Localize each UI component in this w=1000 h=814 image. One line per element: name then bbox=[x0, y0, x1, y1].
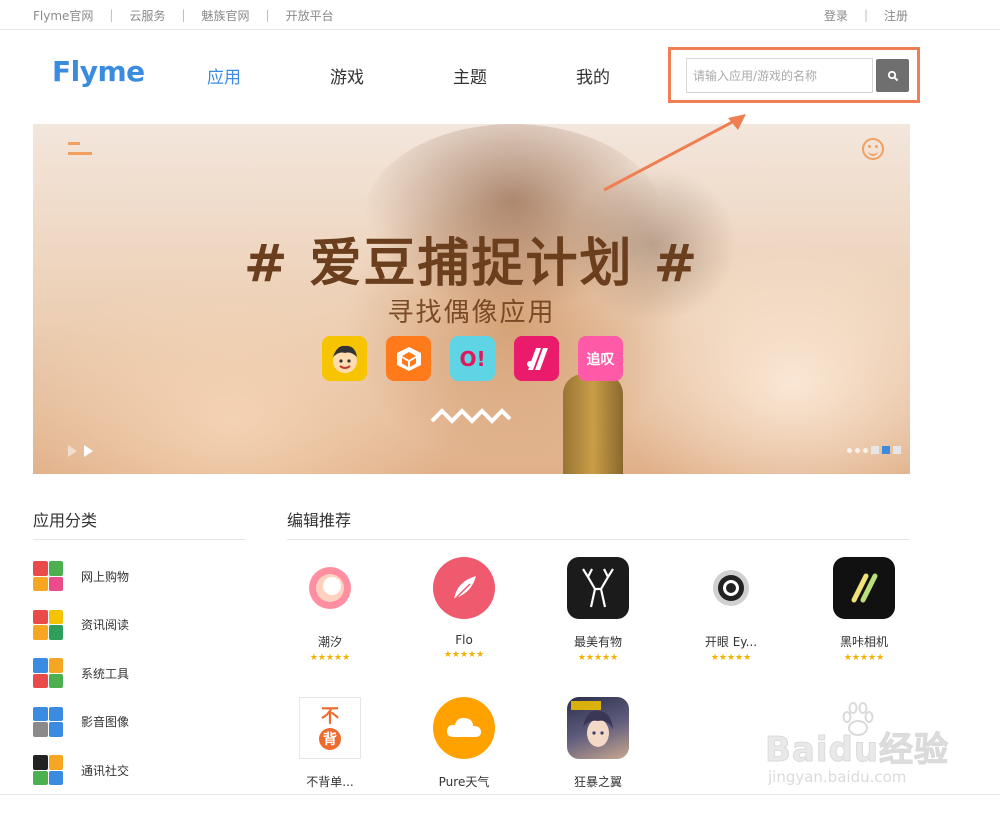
banner-photo-bottle bbox=[563, 374, 623, 474]
category-list: 网上购物 资讯阅读 系统工具 影音图像 通讯社交 bbox=[33, 552, 245, 795]
separator: | bbox=[181, 8, 186, 22]
zhuiai-app-icon[interactable]: 追叹 bbox=[578, 336, 623, 381]
app-card[interactable]: 狂暴之翼 bbox=[548, 697, 648, 790]
app-card[interactable]: 黑咔相机 ★★★★★ bbox=[814, 557, 914, 664]
social-category-icon bbox=[33, 755, 63, 786]
flyme-logo[interactable]: Flyme bbox=[52, 55, 145, 88]
watermark-brand: Baidu经验 bbox=[764, 730, 950, 771]
separator: | bbox=[109, 8, 114, 22]
link-cloud-service[interactable]: 云服务 bbox=[129, 7, 165, 24]
category-shopping[interactable]: 网上购物 bbox=[33, 552, 245, 601]
category-label: 网上购物 bbox=[81, 569, 130, 584]
category-label: 系统工具 bbox=[81, 666, 130, 681]
app-name: 黑咔相机 bbox=[839, 635, 888, 649]
search-input[interactable] bbox=[686, 58, 873, 93]
deer-icon bbox=[567, 557, 629, 619]
carousel-dot[interactable] bbox=[847, 447, 852, 453]
flo-feather-icon bbox=[433, 557, 495, 619]
register-link[interactable]: 注册 bbox=[884, 7, 908, 24]
category-label: 通讯社交 bbox=[81, 763, 130, 778]
carousel-dot-active[interactable] bbox=[882, 446, 890, 454]
app-name: 不背单... bbox=[306, 775, 354, 789]
baidu-jingyan-watermark: Baidu经验 jingyan.baidu.com bbox=[760, 700, 960, 790]
app-card[interactable]: 最美有物 ★★★★★ bbox=[548, 557, 648, 664]
cube-app-icon[interactable] bbox=[386, 336, 431, 381]
app-name: 潮汐 bbox=[317, 635, 342, 649]
link-open-platform[interactable]: 开放平台 bbox=[286, 7, 334, 24]
eye-icon bbox=[700, 557, 762, 619]
nav-apps[interactable]: 应用 bbox=[207, 63, 241, 88]
app-card[interactable]: 开眼 Ey... ★★★★★ bbox=[681, 557, 781, 664]
carousel-dot[interactable] bbox=[855, 447, 860, 453]
avatar-app-icon[interactable] bbox=[322, 336, 367, 381]
carousel-dot[interactable] bbox=[893, 446, 901, 454]
top-utility-bar: Flyme官网 | 云服务 | 魅族官网 | 开放平台 登录 | 注册 bbox=[0, 0, 1000, 30]
site-header: Flyme 应用 游戏 主题 我的 bbox=[0, 30, 1000, 122]
app-name: Flo bbox=[455, 633, 473, 647]
app-rating: ★★★★★ bbox=[710, 653, 752, 663]
cloud-icon bbox=[433, 697, 495, 759]
app-card[interactable]: Flo ★★★★★ bbox=[414, 557, 514, 661]
chaoxi-icon bbox=[299, 557, 361, 619]
top-links: Flyme官网 | 云服务 | 魅族官网 | 开放平台 bbox=[33, 0, 334, 30]
app-rating: ★★★★★ bbox=[843, 653, 885, 663]
category-media[interactable]: 影音图像 bbox=[33, 698, 245, 747]
footer-divider bbox=[0, 794, 1000, 795]
banner-app-icons: O! 追叹 bbox=[322, 336, 623, 381]
app-rating: ★★★★★ bbox=[443, 650, 485, 660]
picks-title: 编辑推荐 bbox=[287, 510, 909, 540]
category-label: 影音图像 bbox=[81, 715, 130, 730]
nav-mine[interactable]: 我的 bbox=[576, 63, 610, 88]
app-name: 开眼 Ey... bbox=[704, 635, 758, 649]
banner-subtitle: 寻找偶像应用 bbox=[387, 298, 556, 328]
categories-title: 应用分类 bbox=[33, 510, 245, 540]
app-card[interactable]: 潮汐 ★★★★★ bbox=[280, 557, 380, 664]
carousel-dot[interactable] bbox=[871, 446, 879, 454]
search-button[interactable] bbox=[876, 59, 909, 92]
zigzag-decoration bbox=[430, 408, 512, 424]
bubei-glyph-top: 不 bbox=[321, 706, 339, 727]
separator: | bbox=[863, 8, 868, 22]
carousel-indicators bbox=[847, 446, 901, 454]
news-category-icon bbox=[33, 609, 63, 640]
app-name: Pure天气 bbox=[438, 775, 490, 789]
app-categories: 应用分类 网上购物 资讯阅读 系统工具 影音图像 通讯社交 bbox=[33, 510, 245, 795]
app-card[interactable]: Pure天气 bbox=[414, 697, 514, 790]
nav-games[interactable]: 游戏 bbox=[330, 63, 364, 88]
hika-camera-icon bbox=[833, 557, 895, 619]
watermark-url: jingyan.baidu.com bbox=[768, 768, 907, 786]
banner-title: # 爱豆捕捉计划 # bbox=[243, 234, 700, 294]
link-meizu-official[interactable]: 魅族官网 bbox=[202, 7, 250, 24]
tools-category-icon bbox=[33, 658, 63, 689]
app-name: 狂暴之翼 bbox=[573, 775, 622, 789]
slash-app-icon[interactable] bbox=[514, 336, 559, 381]
search-icon bbox=[887, 70, 898, 81]
link-flyme-official[interactable]: Flyme官网 bbox=[33, 7, 93, 24]
shopping-category-icon bbox=[33, 561, 63, 592]
login-link[interactable]: 登录 bbox=[824, 7, 848, 24]
separator: | bbox=[265, 8, 270, 22]
play-icon[interactable] bbox=[68, 444, 98, 458]
app-card[interactable]: 不 背 不背单... bbox=[280, 697, 380, 790]
nav-themes[interactable]: 主题 bbox=[453, 63, 487, 88]
app-rating: ★★★★★ bbox=[309, 653, 351, 663]
bubei-icon: 不 背 bbox=[299, 697, 361, 759]
media-category-icon bbox=[33, 706, 63, 737]
o-app-icon[interactable]: O! bbox=[450, 336, 495, 381]
app-name: 最美有物 bbox=[573, 635, 622, 649]
smile-icon[interactable] bbox=[862, 138, 884, 160]
category-tools[interactable]: 系统工具 bbox=[33, 649, 245, 698]
promo-banner[interactable]: # 爱豆捕捉计划 # 寻找偶像应用 O! 追叹 bbox=[33, 124, 910, 474]
category-label: 资讯阅读 bbox=[81, 618, 130, 633]
category-social[interactable]: 通讯社交 bbox=[33, 746, 245, 795]
game-character-icon bbox=[567, 697, 629, 759]
category-news[interactable]: 资讯阅读 bbox=[33, 601, 245, 650]
bubei-glyph-bottom: 背 bbox=[319, 728, 341, 750]
account-links: 登录 | 注册 bbox=[824, 0, 908, 30]
carousel-dot[interactable] bbox=[863, 447, 868, 453]
app-rating: ★★★★★ bbox=[577, 653, 619, 663]
menu-icon[interactable] bbox=[68, 142, 92, 158]
